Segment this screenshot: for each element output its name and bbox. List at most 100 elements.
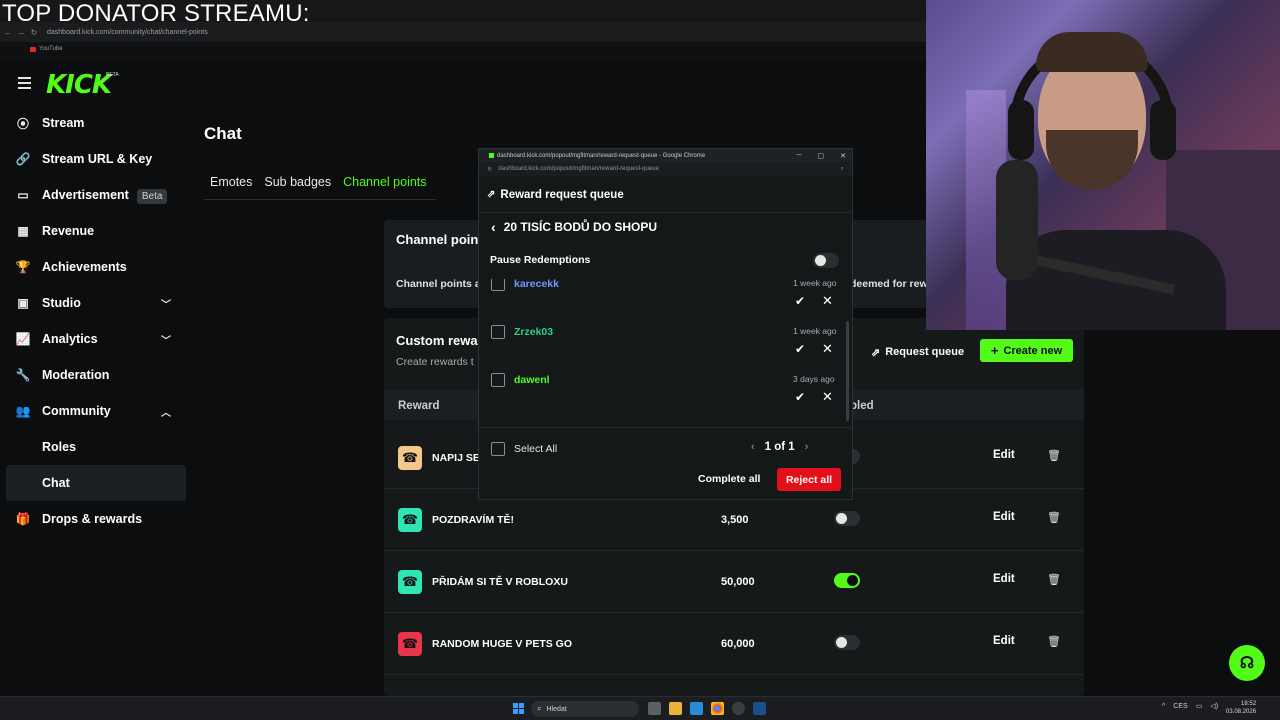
redemption-list: karecekk 1 week ago ✔ ✕ Zrzek03 1 week ago ✔ ✕ d… (479, 279, 841, 427)
popup-address-bar[interactable]: ⚟ dashboard.kick.com/popout/mgfitman/rew… (479, 162, 852, 176)
approve-check-icon[interactable]: ✔ (795, 342, 805, 356)
tab-channel-points[interactable]: Channel points (337, 170, 433, 200)
reject-x-icon[interactable]: ✕ (822, 389, 833, 405)
volume-icon[interactable]: ◁) (1210, 702, 1218, 710)
sidebar-item-moderation[interactable]: 🔧 Moderation (0, 357, 190, 393)
trash-icon[interactable]: 🗑 (1047, 635, 1061, 648)
next-page-icon[interactable]: › (805, 441, 809, 453)
bookmark-youtube[interactable]: YouTube (30, 46, 63, 52)
address-url[interactable]: dashboard.kick.com/community/chat/channe… (47, 29, 208, 36)
taskbar-clock[interactable]: 18:52 03.08.2026 (1226, 700, 1256, 716)
prev-page-icon[interactable]: ‹ (751, 441, 755, 453)
edit-button[interactable]: Edit (993, 511, 1015, 523)
edit-button[interactable]: Edit (993, 449, 1015, 461)
sidebar-item-roles[interactable]: Roles (0, 429, 190, 465)
channel-points-desc: Channel points a (396, 278, 481, 290)
chevron-down-icon[interactable]: ﹀ (161, 296, 171, 311)
chrome-icon[interactable] (711, 702, 724, 715)
edit-button[interactable]: Edit (993, 635, 1015, 647)
request-queue-label: Request queue (885, 346, 965, 358)
sidebar-item-label: Moderation (42, 368, 110, 382)
steam-icon[interactable] (753, 702, 766, 715)
sidebar-item-label: Roles (42, 440, 77, 454)
create-new-button[interactable]: + Create new (980, 339, 1073, 362)
zoom-icon[interactable]: ⌕ (841, 166, 844, 173)
reward-cost: 60,000 (721, 638, 755, 650)
tray-expand-icon[interactable]: ^ (1162, 703, 1165, 710)
trash-icon[interactable]: 🗑 (1047, 573, 1061, 586)
tab-sub-badges[interactable]: Sub badges (258, 170, 337, 200)
redemption-username[interactable]: dawenl (514, 374, 550, 386)
sidebar-item-label: Stream URL & Key (42, 152, 153, 166)
sidebar-item-drops-rewards[interactable]: 🎁 Drops & rewards (0, 501, 190, 537)
back-to-rewards-button[interactable]: ‹ 20 TISÍC BODŮ DO SHOPU (491, 219, 657, 235)
reject-x-icon[interactable]: ✕ (822, 341, 833, 357)
chevron-left-icon: ‹ (491, 219, 496, 235)
sidebar-item-achievements[interactable]: 🏆 Achievements (0, 249, 190, 285)
sidebar-item-studio[interactable]: ▣ Studio ﹀ (0, 285, 190, 321)
approve-check-icon[interactable]: ✔ (795, 294, 805, 308)
select-all-checkbox[interactable] (491, 442, 505, 456)
minimize-icon[interactable]: ─ (797, 152, 802, 160)
approve-check-icon[interactable]: ✔ (795, 390, 805, 404)
trash-icon[interactable]: 🗑 (1047, 449, 1061, 462)
store-icon[interactable] (690, 702, 703, 715)
close-icon[interactable]: ✕ (840, 152, 846, 160)
reload-icon[interactable]: ↻ (29, 28, 39, 37)
network-icon[interactable]: ▭ (1196, 702, 1203, 710)
trash-icon[interactable]: 🗑 (1047, 511, 1061, 524)
reject-all-button[interactable]: Reject all (777, 468, 841, 491)
sidebar-item-revenue[interactable]: ▦ Revenue (0, 213, 190, 249)
pagination: ‹ 1 of 1 › (751, 441, 808, 453)
edit-button[interactable]: Edit (993, 573, 1015, 585)
column-reward: Reward (398, 400, 440, 412)
custom-rewards-subtitle: Create rewards t (396, 356, 474, 368)
task-view-icon[interactable] (648, 702, 661, 715)
chevron-up-icon[interactable]: ︿ (161, 404, 171, 419)
language-indicator[interactable]: CES (1173, 703, 1187, 710)
windows-start-icon[interactable] (513, 703, 524, 714)
sidebar-item-stream[interactable]: ⦿ Stream (0, 105, 190, 141)
reward-enabled-toggle[interactable] (834, 573, 860, 588)
pause-redemptions-toggle[interactable] (813, 253, 839, 268)
forward-icon[interactable]: → (16, 28, 26, 37)
sidebar-item-community[interactable]: 👥 Community ︿ (0, 393, 190, 429)
site-settings-icon[interactable]: ⚟ (487, 166, 492, 173)
complete-all-button[interactable]: Complete all (698, 473, 760, 485)
queue-scrollbar[interactable] (846, 321, 849, 421)
moderation-icon: 🔧 (15, 368, 31, 382)
sidebar-item-chat[interactable]: Chat (6, 465, 186, 501)
support-chat-button[interactable]: ☊ (1229, 645, 1265, 681)
sidebar: ⦿ Stream 🔗 Stream URL & Key ▭ Advertisement Be… (0, 105, 190, 537)
file-explorer-icon[interactable] (669, 702, 682, 715)
maximize-icon[interactable]: ▢ (818, 152, 825, 160)
tab-bar: Emotes Sub badges Channel points (204, 170, 433, 200)
reward-icon: ☎ (398, 508, 422, 532)
logo-beta-label: BETA (106, 72, 119, 78)
sidebar-item-stream-url-key[interactable]: 🔗 Stream URL & Key (0, 141, 190, 177)
reward-cost: 50,000 (721, 576, 755, 588)
sidebar-item-label: Community (42, 404, 111, 418)
select-all-label: Select All (514, 443, 558, 455)
menu-icon[interactable] (18, 77, 31, 89)
trophy-icon: 🏆 (15, 260, 31, 274)
redemption-checkbox[interactable] (491, 325, 505, 339)
redemption-checkbox[interactable] (491, 373, 505, 387)
sidebar-item-analytics[interactable]: 📈 Analytics ﹀ (0, 321, 190, 357)
kick-logo[interactable]: KICK (46, 70, 112, 100)
taskbar-search-label: Hledat (546, 705, 567, 713)
reject-x-icon[interactable]: ✕ (822, 293, 833, 309)
reward-enabled-toggle[interactable] (834, 511, 860, 526)
redemption-username[interactable]: Zrzek03 (514, 326, 553, 338)
redemption-username[interactable]: karecekk (514, 279, 559, 290)
tab-emotes[interactable]: Emotes (204, 170, 258, 200)
webcam-feed (926, 0, 1280, 330)
sidebar-item-advertisement[interactable]: ▭ Advertisement Beta (0, 177, 190, 213)
chevron-down-icon[interactable]: ﹀ (161, 332, 171, 347)
taskbar-search[interactable]: ⌕ Hledat (531, 701, 639, 717)
back-icon[interactable]: ← (3, 28, 13, 37)
reward-enabled-toggle[interactable] (834, 635, 860, 650)
redemption-checkbox[interactable] (491, 279, 505, 291)
request-queue-button[interactable]: ⇗ Request queue (871, 341, 964, 363)
obs-icon[interactable] (732, 702, 745, 715)
